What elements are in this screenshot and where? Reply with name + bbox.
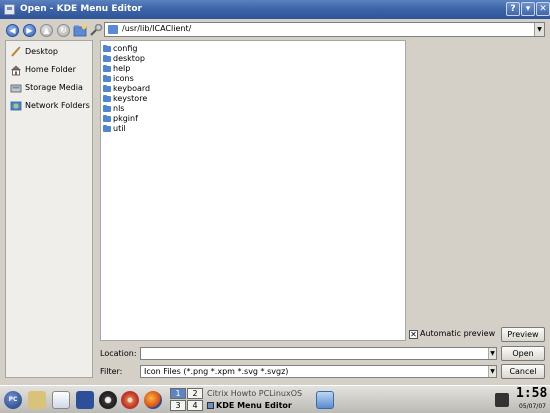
list-item[interactable]: keystore xyxy=(103,94,147,104)
forward-arrow-icon[interactable]: ▶ xyxy=(23,24,36,37)
window-title: Open - KDE Menu Editor xyxy=(20,4,142,14)
path-combobox[interactable]: /usr/lib/ICAClient/ ▼ xyxy=(104,22,545,37)
chevron-down-icon[interactable]: ▼ xyxy=(488,366,496,377)
place-label: Desktop xyxy=(25,47,58,56)
filter-combobox[interactable]: Icon Files (*.png *.xpm *.svg *.svgz) ▼ xyxy=(140,365,497,378)
folder-icon xyxy=(103,95,111,102)
start-menu-icon[interactable]: PC xyxy=(4,391,22,409)
desktop-pager: 1 2 3 4 xyxy=(170,388,204,412)
filter-label: Filter: xyxy=(100,367,123,376)
list-item[interactable]: nls xyxy=(103,104,124,114)
folder-icon xyxy=(103,105,111,112)
pager-desktop-3[interactable]: 3 xyxy=(170,400,186,411)
list-item[interactable]: desktop xyxy=(103,54,145,64)
place-label: Home Folder xyxy=(25,65,76,74)
list-item[interactable]: util xyxy=(103,124,126,134)
place-storage-media[interactable]: Storage Media xyxy=(9,80,93,96)
storage-media-icon xyxy=(10,84,22,93)
list-item[interactable]: icons xyxy=(103,74,134,84)
network-tray-icon[interactable] xyxy=(316,391,334,409)
pager-desktop-1[interactable]: 1 xyxy=(170,388,186,399)
minimize-button[interactable]: ▾ xyxy=(521,2,535,16)
path-text[interactable]: /usr/lib/ICAClient/ xyxy=(122,24,191,33)
window-app-icon[interactable] xyxy=(4,4,15,15)
automatic-preview-label[interactable]: Automatic preview xyxy=(420,329,495,338)
automatic-preview-checkbox[interactable]: ✕ xyxy=(409,330,418,339)
reload-icon[interactable]: ↻ xyxy=(57,24,70,37)
location-label: Location: xyxy=(100,349,137,358)
list-item[interactable]: config xyxy=(103,44,137,54)
list-item[interactable]: help xyxy=(103,64,130,74)
folder-icon xyxy=(103,45,111,52)
tools-icon[interactable] xyxy=(99,391,117,409)
folder-icon xyxy=(103,125,111,132)
text-editor-icon[interactable] xyxy=(28,391,46,409)
new-folder-icon[interactable] xyxy=(73,24,87,37)
desktop-icon xyxy=(11,46,21,57)
chevron-down-icon[interactable]: ▼ xyxy=(534,23,544,36)
task-citrix-howto[interactable]: Citrix Howto PCLinuxOS xyxy=(207,389,302,398)
place-network-folders[interactable]: Network Folders xyxy=(9,98,93,114)
chevron-down-icon[interactable]: ▼ xyxy=(488,348,496,359)
folder-icon xyxy=(103,75,111,82)
pager-desktop-2[interactable]: 2 xyxy=(187,388,203,399)
list-item[interactable]: keyboard xyxy=(103,84,150,94)
up-arrow-icon[interactable]: ▲ xyxy=(40,24,53,37)
pager-desktop-4[interactable]: 4 xyxy=(187,400,203,411)
display-tray-icon[interactable] xyxy=(495,393,509,407)
folder-icon xyxy=(108,25,118,34)
place-label: Network Folders xyxy=(25,101,90,110)
home-folder-icon xyxy=(11,65,21,76)
folder-icon xyxy=(103,85,111,92)
back-arrow-icon[interactable]: ◀ xyxy=(6,24,19,37)
folder-icon xyxy=(103,115,111,122)
folder-icon xyxy=(103,65,111,72)
menu-editor-icon xyxy=(207,402,214,409)
title-bar[interactable]: Open - KDE Menu Editor ? ▾ ✕ xyxy=(0,0,550,19)
location-field[interactable]: ▼ xyxy=(140,347,497,360)
preview-pane xyxy=(406,40,545,341)
close-button[interactable]: ✕ xyxy=(536,2,550,16)
task-kde-menu-editor[interactable]: KDE Menu Editor xyxy=(207,401,292,410)
network-folders-icon xyxy=(10,101,22,111)
firefox-icon[interactable] xyxy=(144,391,162,409)
places-panel: Desktop Home Folder Storage Media Networ… xyxy=(5,40,93,378)
system-settings-icon[interactable] xyxy=(76,391,94,409)
place-label: Storage Media xyxy=(25,83,83,92)
place-desktop[interactable]: Desktop xyxy=(9,44,93,60)
configure-wrench-icon[interactable] xyxy=(89,24,103,37)
cancel-button[interactable]: Cancel xyxy=(501,364,545,379)
folder-icon xyxy=(103,55,111,62)
media-player-icon[interactable] xyxy=(121,391,139,409)
clock[interactable]: 1:58 xyxy=(516,386,547,401)
taskbar: PC 1 2 3 4 Citrix Howto PCLinuxOS KDE Me… xyxy=(0,385,550,413)
home-icon[interactable] xyxy=(52,391,70,409)
open-button[interactable]: Open xyxy=(501,346,545,361)
list-item[interactable]: pkginf xyxy=(103,114,138,124)
preview-button[interactable]: Preview xyxy=(501,327,545,342)
date: 05/07/07 xyxy=(519,403,546,410)
place-home-folder[interactable]: Home Folder xyxy=(9,62,93,78)
help-button[interactable]: ? xyxy=(506,2,520,16)
file-list[interactable]: config desktop help icons keyboard keyst… xyxy=(100,40,406,341)
